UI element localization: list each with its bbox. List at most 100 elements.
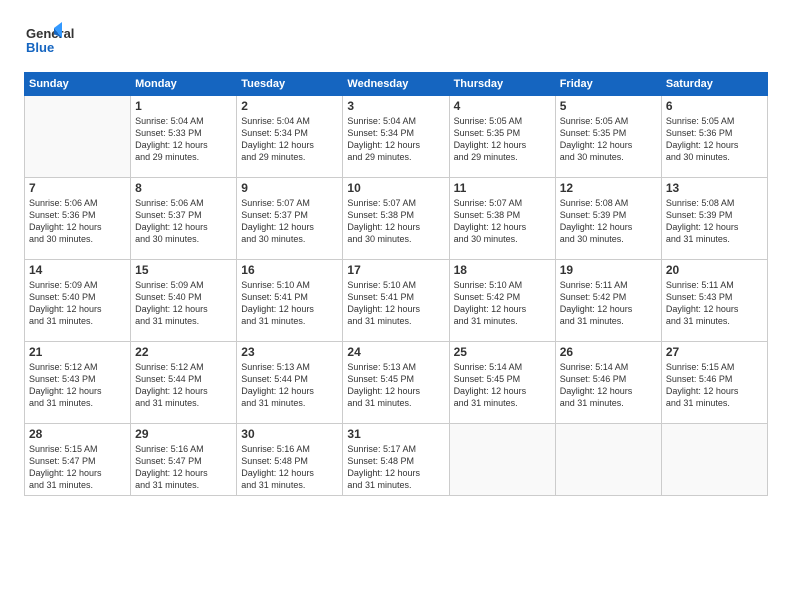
week-row-4: 21Sunrise: 5:12 AM Sunset: 5:43 PM Dayli… xyxy=(25,342,768,424)
day-number: 20 xyxy=(666,263,763,277)
day-info: Sunrise: 5:16 AM Sunset: 5:48 PM Dayligh… xyxy=(241,443,338,492)
day-info: Sunrise: 5:10 AM Sunset: 5:42 PM Dayligh… xyxy=(454,279,551,328)
col-header-tuesday: Tuesday xyxy=(237,73,343,96)
calendar-table: SundayMondayTuesdayWednesdayThursdayFrid… xyxy=(24,72,768,496)
calendar-cell: 7 Sunrise: 5:06 AM Sunset: 5:36 PM Daylig… xyxy=(25,178,131,260)
day-number: 16 xyxy=(241,263,338,277)
day-info: Sunrise: 5:09 AM Sunset: 5:40 PM Dayligh… xyxy=(29,279,126,328)
day-number: 18 xyxy=(454,263,551,277)
col-header-monday: Monday xyxy=(131,73,237,96)
day-info: Sunrise: 5:13 AM Sunset: 5:44 PM Dayligh… xyxy=(241,361,338,410)
day-number: 24 xyxy=(347,345,444,359)
col-header-thursday: Thursday xyxy=(449,73,555,96)
calendar-cell: 27Sunrise: 5:15 AM Sunset: 5:46 PM Dayli… xyxy=(661,342,767,424)
day-info: Sunrise: 5:13 AM Sunset: 5:45 PM Dayligh… xyxy=(347,361,444,410)
day-info: Sunrise: 5:08 AM Sunset: 5:39 PM Dayligh… xyxy=(666,197,763,246)
day-info: Sunrise: 5:07 AM Sunset: 5:37 PM Dayligh… xyxy=(241,197,338,246)
day-number: 28 xyxy=(29,427,126,441)
col-header-sunday: Sunday xyxy=(25,73,131,96)
day-info: Sunrise: 5:07 AM Sunset: 5:38 PM Dayligh… xyxy=(454,197,551,246)
calendar-cell: 29 Sunrise: 5:16 AM Sunset: 5:47 PM Dayli… xyxy=(131,424,237,496)
calendar-cell: 18 Sunrise: 5:10 AM Sunset: 5:42 PM Dayli… xyxy=(449,260,555,342)
day-number: 12 xyxy=(560,181,657,195)
day-number: 6 xyxy=(666,99,763,113)
calendar-cell: 25Sunrise: 5:14 AM Sunset: 5:45 PM Dayli… xyxy=(449,342,555,424)
calendar-cell: 19 Sunrise: 5:11 AM Sunset: 5:42 PM Dayli… xyxy=(555,260,661,342)
day-number: 11 xyxy=(454,181,551,195)
week-row-1: 1 Sunrise: 5:04 AM Sunset: 5:33 PM Daylig… xyxy=(25,96,768,178)
day-number: 2 xyxy=(241,99,338,113)
calendar-cell: 24 Sunrise: 5:13 AM Sunset: 5:45 PM Dayli… xyxy=(343,342,449,424)
calendar-cell: 11 Sunrise: 5:07 AM Sunset: 5:38 PM Dayli… xyxy=(449,178,555,260)
calendar-cell: 28Sunrise: 5:15 AM Sunset: 5:47 PM Dayli… xyxy=(25,424,131,496)
calendar-cell: 1 Sunrise: 5:04 AM Sunset: 5:33 PM Daylig… xyxy=(131,96,237,178)
day-info: Sunrise: 5:06 AM Sunset: 5:36 PM Dayligh… xyxy=(29,197,126,246)
day-info: Sunrise: 5:10 AM Sunset: 5:41 PM Dayligh… xyxy=(347,279,444,328)
calendar-cell: 26 Sunrise: 5:14 AM Sunset: 5:46 PM Dayli… xyxy=(555,342,661,424)
day-info: Sunrise: 5:11 AM Sunset: 5:43 PM Dayligh… xyxy=(666,279,763,328)
day-info: Sunrise: 5:05 AM Sunset: 5:36 PM Dayligh… xyxy=(666,115,763,164)
day-info: Sunrise: 5:17 AM Sunset: 5:48 PM Dayligh… xyxy=(347,443,444,492)
day-info: Sunrise: 5:09 AM Sunset: 5:40 PM Dayligh… xyxy=(135,279,232,328)
day-info: Sunrise: 5:12 AM Sunset: 5:43 PM Dayligh… xyxy=(29,361,126,410)
day-info: Sunrise: 5:04 AM Sunset: 5:34 PM Dayligh… xyxy=(347,115,444,164)
day-number: 15 xyxy=(135,263,232,277)
day-info: Sunrise: 5:04 AM Sunset: 5:33 PM Dayligh… xyxy=(135,115,232,164)
col-header-wednesday: Wednesday xyxy=(343,73,449,96)
calendar-cell: 22 Sunrise: 5:12 AM Sunset: 5:44 PM Dayli… xyxy=(131,342,237,424)
day-number: 29 xyxy=(135,427,232,441)
header: General Blue xyxy=(24,20,768,60)
day-number: 13 xyxy=(666,181,763,195)
calendar-cell: 14 Sunrise: 5:09 AM Sunset: 5:40 PM Dayli… xyxy=(25,260,131,342)
logo-icon: General Blue xyxy=(24,20,104,60)
day-number: 10 xyxy=(347,181,444,195)
calendar-cell: 16 Sunrise: 5:10 AM Sunset: 5:41 PM Dayli… xyxy=(237,260,343,342)
calendar-cell: 4Sunrise: 5:05 AM Sunset: 5:35 PM Daylig… xyxy=(449,96,555,178)
day-info: Sunrise: 5:12 AM Sunset: 5:44 PM Dayligh… xyxy=(135,361,232,410)
day-info: Sunrise: 5:04 AM Sunset: 5:34 PM Dayligh… xyxy=(241,115,338,164)
day-number: 9 xyxy=(241,181,338,195)
svg-text:General: General xyxy=(26,26,74,41)
header-row: SundayMondayTuesdayWednesdayThursdayFrid… xyxy=(25,73,768,96)
day-info: Sunrise: 5:16 AM Sunset: 5:47 PM Dayligh… xyxy=(135,443,232,492)
day-number: 17 xyxy=(347,263,444,277)
day-info: Sunrise: 5:14 AM Sunset: 5:46 PM Dayligh… xyxy=(560,361,657,410)
logo: General Blue xyxy=(24,20,104,60)
day-number: 5 xyxy=(560,99,657,113)
calendar-cell: 20 Sunrise: 5:11 AM Sunset: 5:43 PM Dayli… xyxy=(661,260,767,342)
day-info: Sunrise: 5:05 AM Sunset: 5:35 PM Dayligh… xyxy=(560,115,657,164)
day-number: 4 xyxy=(454,99,551,113)
day-info: Sunrise: 5:10 AM Sunset: 5:41 PM Dayligh… xyxy=(241,279,338,328)
calendar-cell: 9 Sunrise: 5:07 AM Sunset: 5:37 PM Daylig… xyxy=(237,178,343,260)
page: General Blue SundayMondayTuesdayWednesda… xyxy=(0,0,792,612)
calendar-cell: 15 Sunrise: 5:09 AM Sunset: 5:40 PM Dayli… xyxy=(131,260,237,342)
day-number: 8 xyxy=(135,181,232,195)
calendar-cell: 23Sunrise: 5:13 AM Sunset: 5:44 PM Dayli… xyxy=(237,342,343,424)
calendar-cell xyxy=(661,424,767,496)
day-number: 26 xyxy=(560,345,657,359)
day-number: 7 xyxy=(29,181,126,195)
day-number: 3 xyxy=(347,99,444,113)
svg-text:Blue: Blue xyxy=(26,40,54,55)
calendar-cell xyxy=(449,424,555,496)
day-number: 1 xyxy=(135,99,232,113)
day-info: Sunrise: 5:14 AM Sunset: 5:45 PM Dayligh… xyxy=(454,361,551,410)
day-info: Sunrise: 5:06 AM Sunset: 5:37 PM Dayligh… xyxy=(135,197,232,246)
col-header-saturday: Saturday xyxy=(661,73,767,96)
day-number: 19 xyxy=(560,263,657,277)
calendar-cell: 5 Sunrise: 5:05 AM Sunset: 5:35 PM Daylig… xyxy=(555,96,661,178)
week-row-3: 14 Sunrise: 5:09 AM Sunset: 5:40 PM Dayli… xyxy=(25,260,768,342)
week-row-5: 28Sunrise: 5:15 AM Sunset: 5:47 PM Dayli… xyxy=(25,424,768,496)
calendar-cell: 12 Sunrise: 5:08 AM Sunset: 5:39 PM Dayli… xyxy=(555,178,661,260)
calendar-cell: 8 Sunrise: 5:06 AM Sunset: 5:37 PM Daylig… xyxy=(131,178,237,260)
day-info: Sunrise: 5:11 AM Sunset: 5:42 PM Dayligh… xyxy=(560,279,657,328)
calendar-cell: 21Sunrise: 5:12 AM Sunset: 5:43 PM Dayli… xyxy=(25,342,131,424)
day-info: Sunrise: 5:07 AM Sunset: 5:38 PM Dayligh… xyxy=(347,197,444,246)
day-number: 14 xyxy=(29,263,126,277)
calendar-cell: 17 Sunrise: 5:10 AM Sunset: 5:41 PM Dayli… xyxy=(343,260,449,342)
day-info: Sunrise: 5:08 AM Sunset: 5:39 PM Dayligh… xyxy=(560,197,657,246)
calendar-cell: 31Sunrise: 5:17 AM Sunset: 5:48 PM Dayli… xyxy=(343,424,449,496)
day-number: 22 xyxy=(135,345,232,359)
calendar-cell: 6 Sunrise: 5:05 AM Sunset: 5:36 PM Daylig… xyxy=(661,96,767,178)
calendar-cell xyxy=(555,424,661,496)
